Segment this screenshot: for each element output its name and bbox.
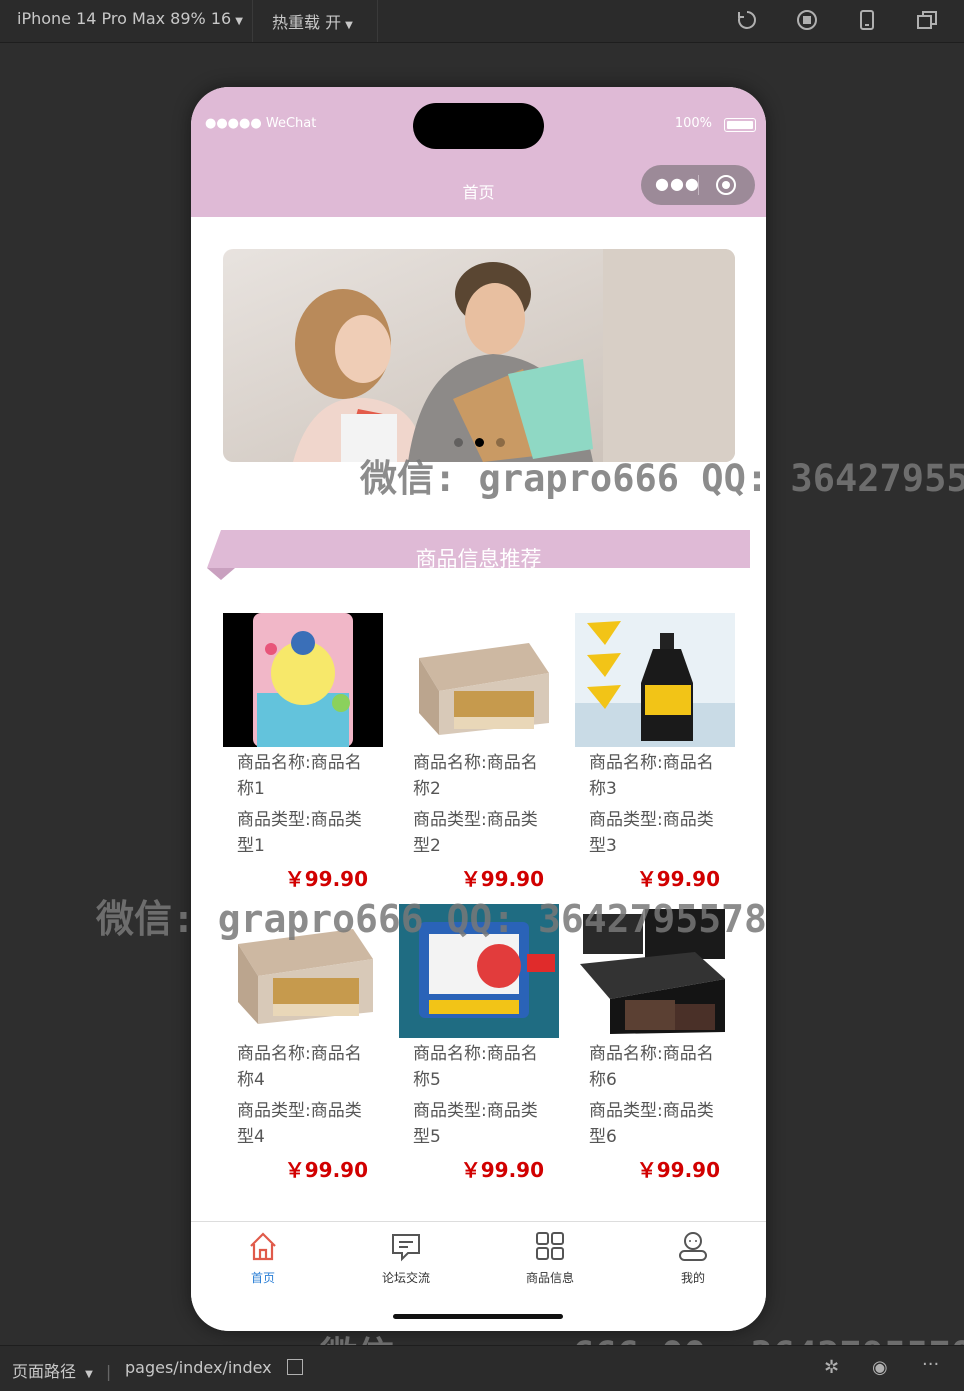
page-path-select[interactable]: 页面路径 ▼ | (12, 1358, 111, 1382)
product-type: 商品类型:商品类型5 (413, 1101, 538, 1147)
phone-icon[interactable] (856, 9, 878, 31)
product-image (399, 613, 559, 747)
banner-carousel[interactable] (223, 249, 735, 462)
page-path-text: pages/index/index (125, 1358, 272, 1377)
section-header: 商品信息推荐 (207, 530, 750, 582)
product-name: 商品名称:商品名称4 (237, 1044, 362, 1090)
product-name: 商品名称:商品名称5 (413, 1044, 538, 1090)
product-price: ￥99.90 (284, 1158, 368, 1182)
status-carrier: ●●●●● WeChat (205, 116, 317, 131)
banner-image (223, 249, 735, 462)
simulator-footer: 页面路径 ▼ | pages/index/index ✲ ◉ ··· (0, 1345, 964, 1391)
window-icon[interactable] (916, 9, 938, 31)
product-type: 商品类型:商品类型1 (237, 810, 362, 856)
user-icon (679, 1232, 707, 1261)
capsule-divider (698, 175, 699, 195)
bug-icon[interactable]: ✲ (824, 1357, 839, 1378)
product-image (223, 613, 383, 747)
product-type: 商品类型:商品类型3 (589, 810, 714, 856)
banner-dot[interactable] (495, 438, 505, 447)
hot-reload-select[interactable]: 热重载 开 ▼ (272, 9, 353, 33)
stop-icon[interactable] (796, 9, 818, 31)
eye-icon[interactable]: ◉ (872, 1357, 888, 1378)
watermark-text: 微信: grapro666 QQ: 364279557 (360, 457, 964, 500)
toolbar-divider (377, 0, 378, 42)
phone-screen: ●●●●● WeChat 100% 首页 ●●● 商品信息推荐 商品名称:商品名… (191, 87, 766, 1331)
tab-home-label: 首页 (250, 1271, 275, 1285)
chevron-down-icon: ▼ (235, 16, 243, 27)
product-type: 商品类型:商品类型6 (589, 1101, 714, 1147)
banner-dot[interactable] (453, 438, 463, 447)
refresh-icon[interactable] (736, 9, 758, 31)
watermark-text: 微信: grapro666 QQ: 3642795578 (96, 897, 767, 941)
app-header: ●●●●● WeChat 100% 首页 ●●● (191, 87, 766, 217)
home-icon (250, 1232, 276, 1261)
page-path-label: 页面路径 (12, 1362, 77, 1381)
product-name: 商品名称:商品名称3 (589, 753, 714, 799)
tab-forum-label: 论坛交流 (381, 1271, 430, 1285)
banner-dot-active[interactable] (474, 438, 484, 447)
dynamic-island (413, 103, 544, 149)
product-name: 商品名称:商品名称1 (237, 753, 362, 799)
message-icon (392, 1234, 420, 1262)
product-price: ￥99.90 (460, 1158, 544, 1182)
section-title: 商品信息推荐 (415, 547, 542, 571)
chevron-down-icon: ▼ (85, 1369, 93, 1380)
simulator-toolbar: iPhone 14 Pro Max 89% 16 ▼ 热重载 开 ▼ (0, 0, 964, 43)
tab-products-label: 商品信息 (525, 1271, 574, 1285)
tab-mine[interactable]: 我的 (643, 1230, 743, 1290)
toolbar-divider (252, 0, 253, 42)
device-select-label: iPhone 14 Pro Max 89% 16 (17, 9, 232, 28)
hot-reload-label: 热重载 开 (272, 13, 342, 32)
page-path-value: pages/index/index (125, 1358, 303, 1377)
more-icon[interactable]: ··· (922, 1354, 939, 1375)
tab-products[interactable]: 商品信息 (500, 1230, 600, 1290)
tab-home[interactable]: 首页 (213, 1230, 313, 1290)
target-icon[interactable] (716, 175, 736, 195)
product-price: ￥99.90 (636, 1158, 720, 1182)
home-indicator (393, 1314, 563, 1319)
more-icon[interactable]: ●●● (655, 174, 700, 193)
grid-icon (536, 1232, 564, 1260)
path-divider: | (105, 1362, 112, 1381)
product-name: 商品名称:商品名称2 (413, 753, 538, 799)
product-name: 商品名称:商品名称6 (589, 1044, 714, 1090)
menu-capsule: ●●● (641, 165, 755, 205)
product-image (575, 613, 735, 747)
product-type: 商品类型:商品类型2 (413, 810, 538, 856)
device-select[interactable]: iPhone 14 Pro Max 89% 16 ▼ (17, 9, 243, 28)
copy-icon[interactable] (286, 1359, 303, 1375)
product-type: 商品类型:商品类型4 (237, 1101, 362, 1147)
battery-percent: 100% (674, 116, 712, 131)
tab-forum[interactable]: 论坛交流 (356, 1230, 456, 1290)
battery-icon (724, 118, 756, 132)
chevron-down-icon: ▼ (345, 20, 353, 31)
tab-mine-label: 我的 (680, 1271, 705, 1285)
